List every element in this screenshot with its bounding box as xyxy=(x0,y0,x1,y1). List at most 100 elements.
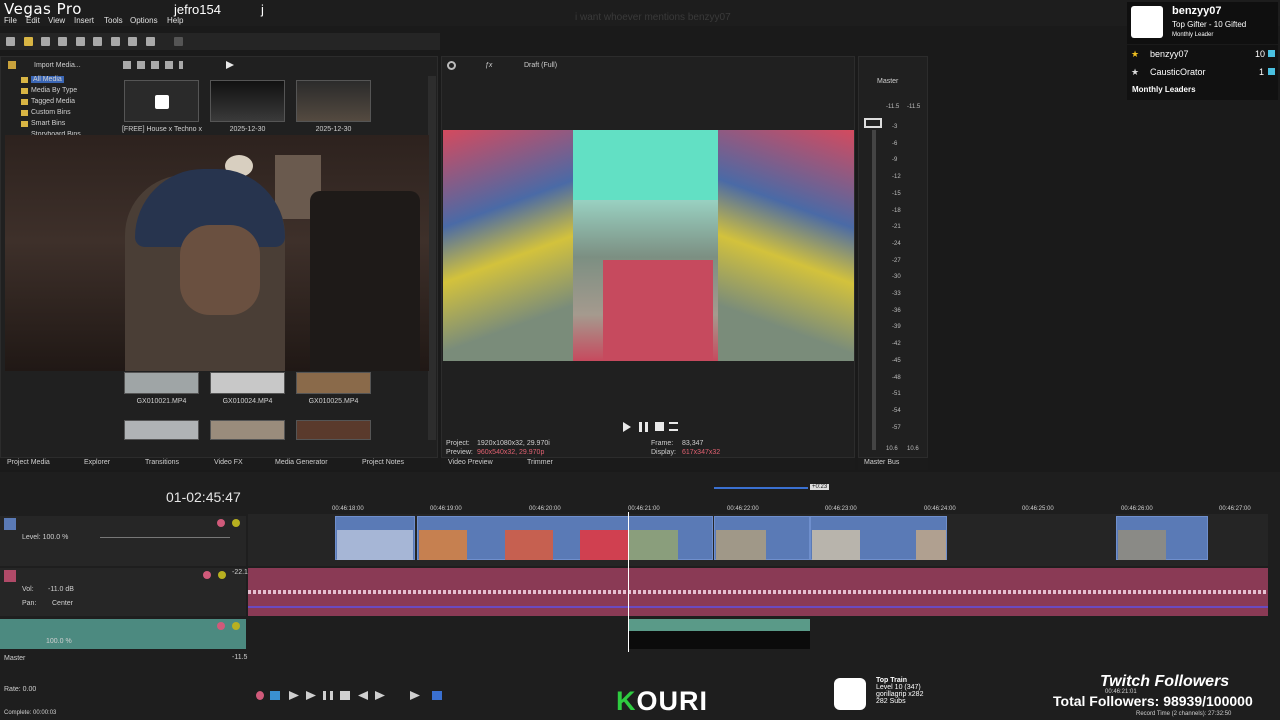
meter-scale-label: -48 xyxy=(892,374,901,381)
solo-icon[interactable] xyxy=(232,519,240,527)
menu-view[interactable]: View xyxy=(48,16,65,25)
ruler-label: 00:46:20:00 xyxy=(529,506,561,512)
media-thumb[interactable] xyxy=(296,80,371,122)
leader-name: CausticOrator xyxy=(1150,67,1206,77)
clip-thumbnail xyxy=(419,530,467,560)
open-icon[interactable] xyxy=(24,37,33,46)
track-menu-icon[interactable] xyxy=(4,570,16,582)
copy-icon[interactable] xyxy=(111,37,120,46)
tree-custom-bins[interactable]: Custom Bins xyxy=(31,109,71,116)
media-thumb-label: GX010025.MP4 xyxy=(308,398,359,405)
media-thumb[interactable] xyxy=(210,80,285,122)
menu-help[interactable]: Help xyxy=(167,16,183,25)
tab-project-media[interactable]: Project Media xyxy=(7,459,50,466)
media-thumb[interactable] xyxy=(210,420,285,440)
master-fader-track[interactable] xyxy=(872,130,876,450)
meter-scale-label: -21 xyxy=(892,224,901,231)
playhead[interactable] xyxy=(628,512,629,652)
video-track-header[interactable]: Level: 100.0 % xyxy=(0,516,246,566)
cursor-label: +0:23 xyxy=(810,484,830,490)
record-icon[interactable] xyxy=(256,691,264,700)
tree-smart-bins[interactable]: Smart Bins xyxy=(31,120,65,127)
quality-dropdown[interactable]: Draft (Full) xyxy=(524,62,557,69)
import-icon[interactable] xyxy=(8,61,16,69)
mute-icon[interactable] xyxy=(203,571,211,579)
save-icon[interactable] xyxy=(41,37,50,46)
paste-icon[interactable] xyxy=(128,37,137,46)
fx-icon[interactable]: ƒx xyxy=(485,62,492,69)
meter-bottom-left: 10.6 xyxy=(886,446,898,452)
audio-track[interactable] xyxy=(248,568,1268,616)
media-scrollbar[interactable] xyxy=(428,76,436,440)
preview-tabs xyxy=(441,458,855,470)
gifter-sub: Monthly Leader xyxy=(1172,32,1214,38)
ruler-label: 00:46:23:00 xyxy=(825,506,857,512)
tree-tagged-media[interactable]: Tagged Media xyxy=(31,98,75,105)
menu-icon[interactable] xyxy=(669,422,678,431)
solo-icon[interactable] xyxy=(232,622,240,630)
undo-icon[interactable] xyxy=(146,37,155,46)
menu-file[interactable]: File xyxy=(4,16,17,25)
tree-media-by-type[interactable]: Media By Type xyxy=(31,87,77,94)
audio-track-header[interactable]: Vol: -11.0 dB Pan: Center -22.1 xyxy=(0,568,248,616)
tab-trimmer[interactable]: Trimmer xyxy=(527,459,553,466)
media-thumb[interactable] xyxy=(296,372,371,394)
pause-icon[interactable] xyxy=(639,422,648,432)
redo-icon[interactable] xyxy=(174,37,183,46)
end-time: 00:46:21:01 xyxy=(1105,689,1137,695)
tab-explorer[interactable]: Explorer xyxy=(84,459,110,466)
meter-bottom-right: 10.6 xyxy=(907,446,919,452)
audio-clip[interactable] xyxy=(628,619,810,649)
meter-scale-label: -42 xyxy=(892,341,901,348)
peak-left: -11.5 xyxy=(886,104,900,110)
kouri-logo: KOURI xyxy=(616,686,708,717)
menu-tools[interactable]: Tools xyxy=(104,16,123,25)
tab-project-notes[interactable]: Project Notes xyxy=(362,459,404,466)
media-thumb[interactable] xyxy=(124,372,199,394)
new-project-icon[interactable] xyxy=(6,37,15,46)
record-time: Record Time (2 channels): 27:32:50 xyxy=(1136,711,1232,717)
tab-media-generator[interactable]: Media Generator xyxy=(275,459,328,466)
loop-icon[interactable] xyxy=(270,691,280,700)
loop-region[interactable] xyxy=(714,487,808,489)
media-thumb[interactable] xyxy=(124,420,199,440)
display-label: Display: xyxy=(651,449,676,456)
mute-icon[interactable] xyxy=(217,519,225,527)
stop-icon[interactable] xyxy=(655,422,664,431)
ruler-label: 00:46:24:00 xyxy=(924,506,956,512)
edit-tool-icon[interactable] xyxy=(432,691,442,700)
leader-count: 1 xyxy=(1259,67,1265,77)
project-label: Project: xyxy=(446,440,470,447)
cut-icon[interactable] xyxy=(93,37,102,46)
menu-edit[interactable]: Edit xyxy=(26,16,40,25)
media-thumb[interactable] xyxy=(124,80,199,122)
train-user: gorillagrip x282 xyxy=(876,691,924,698)
tab-video-preview[interactable]: Video Preview xyxy=(448,459,493,466)
peak-right: -11.5 xyxy=(907,104,921,110)
media-thumb[interactable] xyxy=(296,420,371,440)
timecode-display: 01-02:45:47 xyxy=(166,489,241,505)
track-3-header[interactable]: 100.0 % xyxy=(0,619,246,649)
track-menu-icon[interactable] xyxy=(4,518,16,530)
import-media-button[interactable]: Import Media... xyxy=(34,62,81,69)
menu-options[interactable]: Options xyxy=(130,16,158,25)
tab-video-fx[interactable]: Video FX xyxy=(214,459,243,466)
gear-icon[interactable] xyxy=(447,61,456,70)
level-slider[interactable] xyxy=(100,537,230,538)
stop-icon[interactable] xyxy=(340,691,350,700)
render-icon[interactable] xyxy=(58,37,67,46)
tree-all-media[interactable]: All Media xyxy=(31,76,64,83)
mute-icon[interactable] xyxy=(217,622,225,630)
tab-master-bus[interactable]: Master Bus xyxy=(864,459,899,466)
star-icon: ★ xyxy=(1131,49,1140,59)
pause-icon[interactable] xyxy=(323,691,333,700)
master-fader-handle[interactable] xyxy=(864,118,882,128)
volume-envelope[interactable] xyxy=(248,606,1268,608)
media-toolbar-icons[interactable] xyxy=(123,61,183,69)
media-thumb[interactable] xyxy=(210,372,285,394)
menu-insert[interactable]: Insert xyxy=(74,16,94,25)
solo-icon[interactable] xyxy=(218,571,226,579)
media-thumb-label: GX010021.MP4 xyxy=(136,398,187,405)
tab-transitions[interactable]: Transitions xyxy=(145,459,179,466)
properties-icon[interactable] xyxy=(76,37,85,46)
